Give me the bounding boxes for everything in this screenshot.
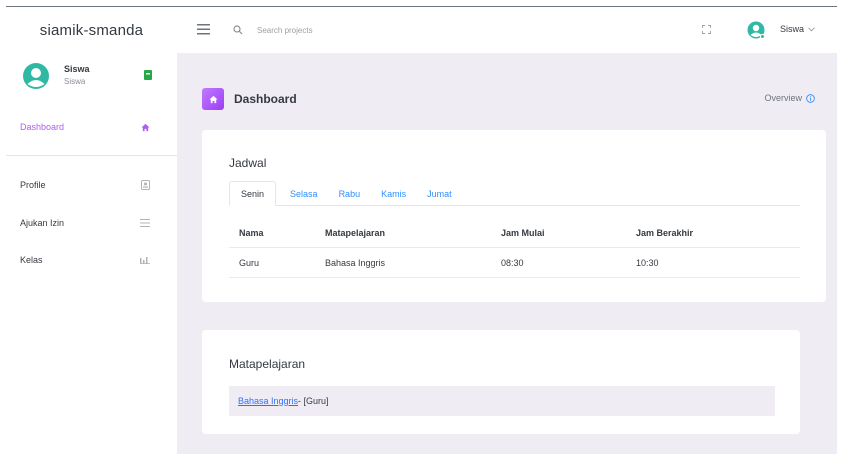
list-icon (140, 218, 150, 228)
user-role: Siswa (64, 77, 86, 86)
day-tabs: Senin Selasa Rabu Kamis Jumat (229, 181, 800, 206)
table-cell: Guru (239, 257, 260, 268)
brand-logo[interactable]: siamik-smanda (6, 7, 177, 53)
column-header: Jam Mulai (501, 227, 545, 238)
main-content: Dashboard Overview Jadwal Senin Selasa R… (177, 53, 837, 454)
jadwal-card: Jadwal Senin Selasa Rabu Kamis Jumat Nam… (202, 130, 826, 302)
home-icon (140, 122, 150, 132)
table-cell: Bahasa Inggris (325, 257, 386, 268)
top-header: Siswa (177, 7, 837, 53)
page-header: Dashboard (202, 88, 297, 110)
user-menu-label: Siswa (780, 24, 805, 34)
table-cell: 10:30 (636, 257, 659, 268)
search-icon (233, 25, 243, 35)
user-name: Siswa (64, 64, 90, 74)
table-header-row: Nama Matapelajaran Jam Mulai Jam Berakhi… (229, 218, 800, 248)
sidebar-item-dashboard[interactable]: Dashboard (20, 118, 150, 136)
tab-selasa[interactable]: Selasa (290, 181, 318, 206)
user-panel: Siswa Siswa (20, 60, 152, 100)
overview-label: Overview (764, 93, 802, 103)
overview-link[interactable]: Overview (764, 93, 815, 103)
column-header: Nama (239, 227, 264, 238)
page-title: Dashboard (234, 92, 297, 106)
jadwal-title: Jadwal (229, 156, 267, 170)
tab-rabu[interactable]: Rabu (339, 181, 361, 206)
bar-chart-icon (140, 255, 150, 265)
id-card-icon (140, 180, 150, 190)
info-icon (806, 93, 815, 103)
jadwal-table: Nama Matapelajaran Jam Mulai Jam Berakhi… (229, 218, 800, 278)
fullscreen-icon[interactable] (702, 25, 711, 34)
chevron-down-icon (808, 26, 815, 32)
user-menu[interactable]: Siswa (780, 24, 815, 34)
tab-senin[interactable]: Senin (229, 181, 277, 206)
sidebar-item-profile[interactable]: Profile (20, 176, 150, 194)
matapelajaran-card: Matapelajaran Bahasa Inggris - [Guru] (202, 330, 800, 434)
matapelajaran-title: Matapelajaran (229, 357, 306, 371)
search-input[interactable] (257, 21, 457, 39)
header-avatar-icon[interactable] (747, 21, 765, 39)
column-header: Jam Berakhir (636, 227, 694, 238)
sidebar-divider (6, 155, 177, 156)
sidebar-item-label: Ajukan Izin (20, 218, 65, 228)
sidebar-item-ajukan-izin[interactable]: Ajukan Izin (20, 214, 150, 232)
bookmark-icon (144, 70, 152, 80)
sidebar-item-label: Dashboard (20, 122, 65, 132)
column-header: Matapelajaran (325, 227, 386, 238)
sidebar-item-kelas[interactable]: Kelas (20, 251, 150, 269)
menu-toggle-icon[interactable] (197, 24, 210, 35)
table-cell: 08:30 (501, 257, 524, 268)
sidebar-item-label: Profile (20, 180, 46, 190)
subject-link[interactable]: Bahasa Inggris (238, 396, 298, 406)
tab-kamis[interactable]: Kamis (381, 181, 406, 206)
sidebar-item-label: Kelas (20, 255, 43, 265)
list-item: Bahasa Inggris - [Guru] (229, 386, 775, 416)
table-row: Guru Bahasa Inggris 08:30 10:30 (229, 248, 800, 278)
subject-teacher: - [Guru] (298, 396, 329, 406)
tab-jumat[interactable]: Jumat (427, 181, 452, 206)
user-avatar-icon (23, 63, 49, 89)
home-icon (202, 88, 224, 110)
